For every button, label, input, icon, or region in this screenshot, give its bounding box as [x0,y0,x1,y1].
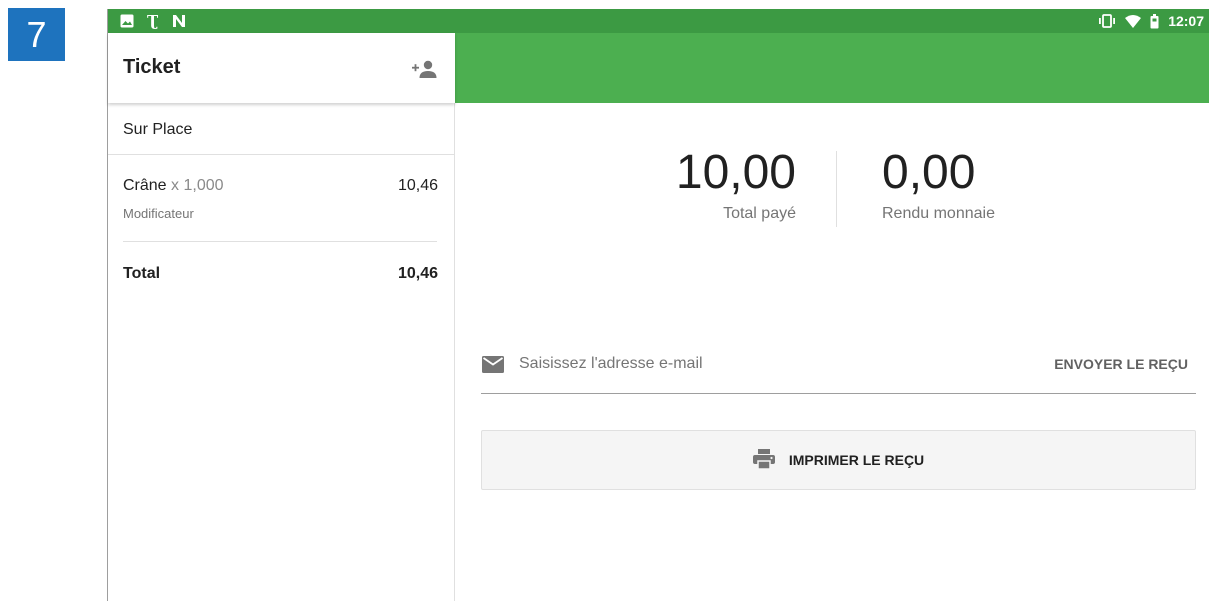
item-name: Crâne [123,177,167,194]
dining-option-row[interactable]: Sur Place [108,105,455,155]
nyt-icon: Ʈ [146,12,160,30]
status-left-icons: Ʈ [120,12,186,30]
ticket-total-row: Total 10,46 [108,265,455,295]
total-label: Total [123,265,161,282]
image-icon [120,12,134,30]
svg-text:Ʈ: Ʈ [147,13,159,29]
n-app-icon [172,12,186,30]
item-price: 10,46 [397,177,438,194]
step-number-badge: 7 [8,8,65,61]
email-receipt-row: ENVOYER LE REÇU [481,344,1196,394]
item-divider [123,241,437,242]
change-block: 0,00 Rendu monnaie [882,147,995,223]
total-value: 10,46 [397,265,438,282]
total-paid-value: 10,00 [675,146,796,199]
email-input[interactable] [519,350,1019,378]
change-label: Rendu monnaie [882,205,995,222]
ticket-line-item[interactable]: Crâne x 1,000 10,46 Modificateur [108,155,455,243]
ticket-panel: Ticket Sur Place Crâne x 1,000 10,46 Mod… [108,33,455,601]
payment-header-bar [455,33,1209,103]
ticket-header: Ticket [108,33,455,103]
payment-summary: 10,00 Total payé 0,00 Rendu monnaie [455,147,1209,237]
total-paid-block: 10,00 Total payé [676,147,796,223]
printer-icon [752,448,775,472]
status-right-icons: 12:07 [1098,12,1204,30]
change-value: 0,00 [882,146,976,199]
status-bar: Ʈ 12:07 [108,9,1209,33]
send-receipt-button[interactable]: ENVOYER LE REÇU [1054,356,1188,372]
print-receipt-button[interactable]: IMPRIMER LE REÇU [481,430,1196,490]
ticket-title: Ticket [123,56,181,78]
amount-divider [836,151,837,227]
item-modifier: Modificateur [123,206,194,221]
pos-screen: Ʈ 12:07 Ticket Sur Place Crâne x 1,000 1… [107,9,1209,601]
person-add-icon[interactable] [408,55,442,83]
wifi-icon [1125,12,1142,30]
mail-icon [482,356,504,378]
status-time: 12:07 [1168,13,1204,29]
item-name-line: Crâne x 1,000 [123,177,224,195]
vibrate-icon [1098,12,1116,30]
print-receipt-label: IMPRIMER LE REÇU [788,452,925,468]
item-quantity: x 1,000 [171,177,224,194]
total-paid-label: Total payé [723,205,796,222]
battery-icon [1150,12,1159,30]
dining-option-label: Sur Place [123,121,193,138]
